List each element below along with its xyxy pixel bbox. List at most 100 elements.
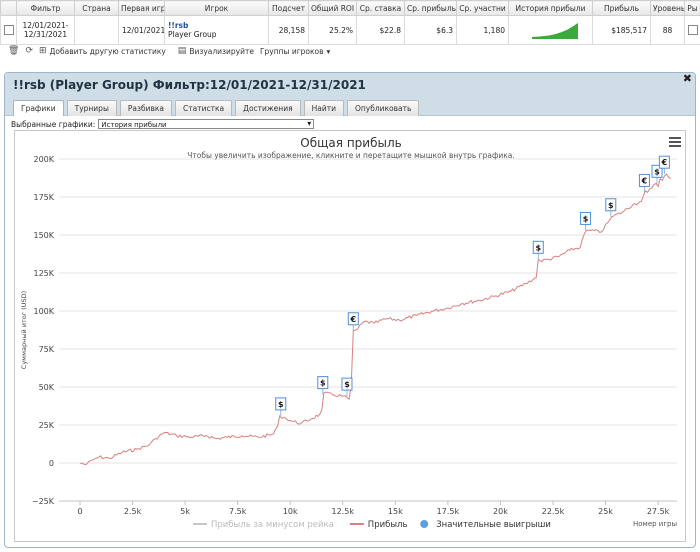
- tab-find[interactable]: Найти: [303, 100, 344, 116]
- x-tick-label: 20k: [493, 507, 508, 516]
- count-cell: 28,158: [268, 15, 309, 45]
- close-icon[interactable]: ✖: [683, 72, 692, 85]
- filter-cell: 12/01/2021- 12/31/2021: [16, 15, 75, 45]
- marker-label: $: [535, 243, 541, 252]
- chevron-down-icon: ▾: [307, 119, 312, 128]
- visualize-label: Визуализируйте: [189, 46, 254, 56]
- marker-label: $: [278, 400, 284, 409]
- x-tick-label: 12.5k: [332, 507, 355, 516]
- y-tick-label: 25K: [39, 421, 55, 430]
- add-stat-icon: ⊞: [38, 46, 47, 56]
- extra-checkbox[interactable]: [688, 25, 698, 35]
- profit-history-cell: [508, 15, 593, 45]
- x-tick-label: 17.5k: [437, 507, 460, 516]
- x-tick-label: 7.5k: [229, 507, 247, 516]
- extra-cell: [684, 15, 700, 45]
- legend-item[interactable]: Значительные выигрыши: [420, 520, 551, 530]
- chart-menu-icon[interactable]: [669, 137, 681, 147]
- filter-from: 12/01/2021-: [22, 21, 69, 30]
- header-player[interactable]: Игрок: [164, 0, 269, 16]
- header-avg-stake[interactable]: Ср. ставка: [356, 0, 405, 16]
- marker-label: $: [344, 380, 350, 389]
- tab-statistics[interactable]: Статистка: [175, 100, 233, 116]
- panel-header: !!rsb (Player Group) Фильтр:12/01/2021-1…: [5, 72, 695, 116]
- legend-item[interactable]: Прибыль: [349, 520, 408, 530]
- marker-label: €: [641, 176, 648, 185]
- sparkline-area: [532, 23, 578, 39]
- x-tick-label: 10k: [283, 507, 298, 516]
- big-win-marker: $: [605, 198, 617, 217]
- player-group-label: Player Group: [168, 30, 217, 39]
- y-tick-label: 100K: [33, 307, 54, 316]
- y-tick-label: 125K: [33, 269, 54, 278]
- profit-chart-container[interactable]: −25K 0 25K 50K 75K 100K 125K 150K 175K 200K 0 2.5k 5…: [14, 130, 686, 542]
- trash-icon[interactable]: 🗑: [8, 46, 19, 56]
- header-level[interactable]: Уровень: [650, 0, 685, 16]
- x-tick-label: 25k: [598, 507, 613, 516]
- legend-swatch: [420, 520, 429, 528]
- y-tick-label: 200K: [33, 155, 54, 164]
- header-roi[interactable]: Общий ROI: [308, 0, 357, 16]
- header-extra[interactable]: Ры: [684, 0, 700, 16]
- y-tick-label: 50K: [39, 383, 55, 392]
- legend-label: Прибыль: [368, 520, 408, 530]
- chart-subtitle: Чтобы увеличить изображение, кликните и …: [187, 151, 515, 160]
- panel-title: !!rsb (Player Group) Фильтр:12/01/2021-1…: [13, 78, 366, 92]
- table-row[interactable]: 12/01/2021- 12/31/2021 12/01/2021 !!rsb …: [0, 15, 700, 45]
- marker-label: $: [320, 379, 326, 388]
- big-win-marker: €: [347, 312, 359, 331]
- legend-item[interactable]: Прибыль за минусом рейка: [193, 520, 334, 530]
- avg-stake-cell: $22.8: [356, 15, 405, 45]
- y-tick-label: 0: [49, 459, 54, 468]
- add-stat-label: Добавить другую статистику: [49, 46, 166, 56]
- player-group-panel: !!rsb (Player Group) Фильтр:12/01/2021-1…: [4, 72, 696, 548]
- header-first-game[interactable]: Первая игр: [118, 0, 165, 16]
- x-tick-label: 0: [77, 507, 82, 516]
- tab-charts[interactable]: Графики: [13, 100, 64, 116]
- profit-chart[interactable]: −25K 0 25K 50K 75K 100K 125K 150K 175K 200K 0 2.5k 5…: [15, 131, 687, 543]
- big-win-marker: $: [532, 240, 544, 260]
- profit-sparkline[interactable]: [512, 19, 588, 39]
- tab-tournaments[interactable]: Турниры: [66, 100, 117, 116]
- add-stat-button[interactable]: ⊞ Добавить другую статистику: [39, 46, 166, 56]
- header-country[interactable]: Страна: [74, 0, 119, 16]
- x-tick-label: 22.5k: [542, 507, 565, 516]
- country-cell: [74, 15, 119, 45]
- chart-select-value: История прибыли: [101, 121, 167, 129]
- y-tick-label: 75K: [39, 345, 55, 354]
- legend-label: Значительные выигрыши: [436, 520, 551, 530]
- header-profit-history[interactable]: История прибыли: [508, 0, 593, 16]
- chart-select-dropdown[interactable]: История прибыли ▾: [98, 119, 315, 129]
- avg-profit-cell: $6.3: [404, 15, 457, 45]
- legend-label: Прибыль за минусом рейка: [211, 520, 334, 530]
- profit-cell: $185,517: [592, 15, 651, 45]
- visualize-button[interactable]: ▤ Визуализируйте: [178, 46, 254, 56]
- marker-label: $: [608, 201, 614, 210]
- player-name-link[interactable]: !!rsb: [168, 21, 265, 30]
- stats-toolbar: 🗑 ⟳ ⊞ Добавить другую статистику ▤ Визуа…: [0, 44, 700, 58]
- tab-achievements[interactable]: Достижения: [235, 100, 301, 116]
- tab-publish[interactable]: Опубликовать: [346, 100, 420, 116]
- chart-select-row: Выбранные графики: История прибыли ▾: [11, 119, 315, 129]
- tab-breakdown[interactable]: Разбивка: [119, 100, 173, 116]
- row-checkbox-cell: [0, 15, 17, 45]
- header-filter[interactable]: Фильтр: [16, 0, 75, 16]
- header-count[interactable]: Подсчет: [268, 0, 309, 16]
- x-tick-label: 2.5k: [124, 507, 142, 516]
- selected-charts-label: Выбранные графики:: [11, 119, 96, 129]
- header-avg-profit[interactable]: Ср. прибыль: [404, 0, 457, 16]
- chevron-down-icon: ▾: [326, 46, 331, 56]
- header-avg-entrants[interactable]: Ср. участни: [456, 0, 509, 16]
- level-cell: 88: [650, 15, 685, 45]
- marker-label: €: [661, 158, 668, 167]
- avg-entrants-cell: 1,180: [456, 15, 509, 45]
- refresh-icon[interactable]: ⟳: [25, 46, 33, 56]
- row-checkbox[interactable]: [4, 25, 14, 35]
- player-groups-dropdown[interactable]: Группы игроков ▾: [260, 47, 330, 56]
- x-tick-label: 15k: [388, 507, 403, 516]
- x-tick-label: 27.5k: [647, 507, 670, 516]
- filter-to: 12/31/2021: [23, 30, 68, 39]
- y-tick-label: 175K: [33, 193, 54, 202]
- roi-cell: 25.2%: [308, 15, 357, 45]
- header-profit[interactable]: Прибыль: [592, 0, 651, 16]
